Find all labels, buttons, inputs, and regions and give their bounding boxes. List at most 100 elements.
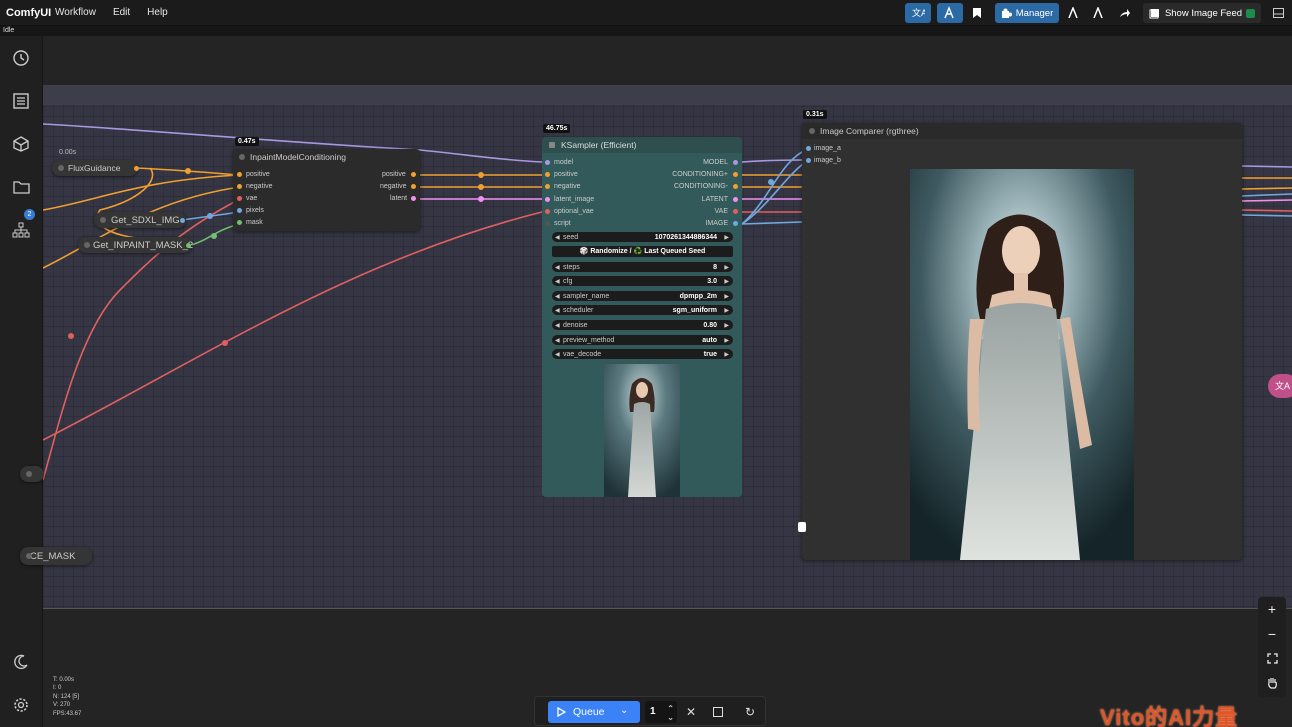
stat-i: I: 0 — [53, 685, 62, 692]
inpaint-out-negative-dot[interactable] — [411, 184, 416, 189]
ks-in-model: model — [554, 159, 574, 166]
preview-dec-icon[interactable]: ◀ — [555, 337, 560, 344]
ks-in-script-dot[interactable] — [545, 221, 550, 226]
history-icon[interactable] — [9, 46, 33, 70]
cfg-dec-icon[interactable]: ◀ — [555, 278, 560, 285]
settings-gear-icon[interactable] — [9, 693, 33, 717]
inpaint-time-badge: 0.47s — [235, 137, 259, 146]
queue-count-input[interactable]: 1 ⌃ ⌄ — [645, 701, 677, 723]
preview-method-widget[interactable]: ◀ preview_method auto ▶ — [552, 335, 733, 345]
ks-in-vae-dot[interactable] — [545, 209, 550, 214]
seed-label: seed — [563, 233, 579, 241]
node-ksampler-efficient[interactable]: KSampler (Efficient) model positive nega… — [542, 137, 742, 497]
denoise-inc-icon[interactable]: ▶ — [724, 322, 729, 329]
sampler-name-widget[interactable]: ◀ sampler_name dpmpp_2m ▶ — [552, 291, 733, 301]
ks-in-negative-dot[interactable] — [545, 184, 550, 189]
inpaint-in-positive-dot[interactable] — [237, 172, 242, 177]
inpaint-out-latent-dot[interactable] — [411, 196, 416, 201]
scheduler-dec-icon[interactable]: ◀ — [555, 307, 560, 314]
flux-time-badge: 0.00s — [59, 149, 77, 156]
cursor-hand-icon — [797, 521, 807, 533]
seed-inc-icon[interactable]: ▶ — [724, 234, 729, 241]
ks-out-vae-dot[interactable] — [733, 209, 738, 214]
steps-dec-icon[interactable]: ◀ — [555, 264, 560, 271]
preview-inc-icon[interactable]: ▶ — [724, 337, 729, 344]
preview-method-label: preview_method — [563, 336, 615, 344]
count-down-icon[interactable]: ⌄ — [667, 707, 674, 727]
node-ce-mask[interactable]: CE_MASK — [20, 547, 92, 565]
node-get-sdxl-img[interactable]: Get_SDXL_IMG — [94, 212, 186, 228]
queue-dropdown-icon[interactable]: ⌄ — [620, 705, 628, 716]
denoise-widget[interactable]: ◀ denoise 0.80 ▶ — [552, 320, 733, 330]
model-library-icon[interactable] — [9, 132, 33, 156]
comparer-in-b-dot[interactable] — [806, 158, 811, 163]
comparer-image[interactable] — [910, 169, 1134, 560]
denoise-label: denoise — [563, 321, 588, 329]
node-get-inpaint-mask[interactable]: Get_INPAINT_MASK_2 — [78, 237, 193, 253]
steps-inc-icon[interactable]: ▶ — [724, 264, 729, 271]
theme-moon-icon[interactable] — [9, 650, 33, 674]
steps-widget[interactable]: ◀ steps 8 ▶ — [552, 262, 733, 272]
scheduler-value: sgm_uniform — [672, 306, 717, 314]
scheduler-widget[interactable]: ◀ scheduler sgm_uniform ▶ — [552, 305, 733, 315]
inpaint-in-vae-dot[interactable] — [237, 196, 242, 201]
cfg-widget[interactable]: ◀ cfg 3.0 ▶ — [552, 276, 733, 286]
node-library-icon[interactable] — [9, 218, 33, 242]
ks-out-cond-neg-dot[interactable] — [733, 184, 738, 189]
inpaint-in-vae: vae — [246, 195, 258, 202]
inpaint-out-positive-dot[interactable] — [411, 172, 416, 177]
denoise-dec-icon[interactable]: ◀ — [555, 322, 560, 329]
seed-dec-icon[interactable]: ◀ — [555, 234, 560, 241]
vae-decode-widget[interactable]: ◀ vae_decode true ▶ — [552, 349, 733, 359]
seed-widget[interactable]: ◀ seed 1070261344886344 ▶ — [552, 232, 733, 242]
sdxl-output-dot[interactable] — [180, 218, 185, 223]
inpaint-out-negative: negative — [380, 183, 407, 190]
pan-hand-icon[interactable] — [1262, 672, 1282, 692]
inpaint-in-negative-dot[interactable] — [237, 184, 242, 189]
ks-in-positive-dot[interactable] — [545, 172, 550, 177]
ks-in-model-dot[interactable] — [545, 160, 550, 165]
inpaint-in-mask-dot[interactable] — [237, 220, 242, 225]
workflows-folder-icon[interactable] — [9, 175, 33, 199]
vae-decode-inc-icon[interactable]: ▶ — [724, 351, 729, 358]
sampler-dec-icon[interactable]: ◀ — [555, 293, 560, 300]
ks-out-model-dot[interactable] — [733, 160, 738, 165]
cfg-inc-icon[interactable]: ▶ — [724, 278, 729, 285]
zoom-in-icon[interactable]: + — [1262, 599, 1282, 619]
node-collapsed-edge[interactable] — [20, 466, 44, 482]
inpaint-out-positive: positive — [382, 171, 406, 178]
scheduler-inc-icon[interactable]: ▶ — [724, 307, 729, 314]
vae-decode-dec-icon[interactable]: ◀ — [555, 351, 560, 358]
cancel-x-icon[interactable]: ✕ — [683, 704, 699, 720]
inpaint-in-pixels-dot[interactable] — [237, 208, 242, 213]
node-image-comparer[interactable]: Image Comparer (rgthree) image_a image_b — [802, 123, 1242, 560]
flux-output-dot[interactable] — [134, 166, 139, 171]
ksampler-time-badge: 46.75s — [543, 124, 571, 133]
steps-value: 8 — [713, 263, 717, 271]
ks-in-latent-dot[interactable] — [545, 197, 550, 202]
fit-view-icon[interactable] — [1262, 648, 1282, 668]
ks-out-cond-pos-dot[interactable] — [733, 172, 738, 177]
comparer-in-a-dot[interactable] — [806, 146, 811, 151]
zoom-out-icon[interactable]: − — [1262, 624, 1282, 644]
ks-out-image-dot[interactable] — [733, 221, 738, 226]
steps-label: steps — [563, 263, 580, 271]
play-icon — [557, 707, 566, 717]
get-sdxl-title: Get_SDXL_IMG — [111, 214, 180, 226]
queue-list-icon[interactable] — [9, 89, 33, 113]
sampler-inc-icon[interactable]: ▶ — [724, 293, 729, 300]
refresh-icon[interactable]: ↻ — [742, 704, 758, 720]
inpaint-mask-output-dot[interactable] — [186, 243, 191, 248]
inpaint-out-latent: latent — [390, 195, 408, 202]
ks-out-latent-dot[interactable] — [733, 197, 738, 202]
preview-method-value: auto — [702, 336, 717, 344]
ks-out-vae: VAE — [714, 208, 729, 215]
translate-float-icon[interactable]: 文A — [1268, 374, 1292, 398]
node-flux-guidance[interactable]: FluxGuidance — [52, 160, 138, 176]
queue-button[interactable]: Queue ⌄ — [548, 701, 640, 723]
randomize-seed-button[interactable]: 🎲 Randomize / ♻️ Last Queued Seed — [552, 246, 733, 257]
canvas-stats: T: 0.00s I: 0 N: 124 [5] V: 270 FPS:43.6… — [53, 676, 81, 718]
watermark: Vito的AI力量 — [1100, 705, 1239, 727]
inpaint-in-mask: mask — [246, 219, 263, 226]
stop-square-icon[interactable] — [710, 704, 726, 720]
